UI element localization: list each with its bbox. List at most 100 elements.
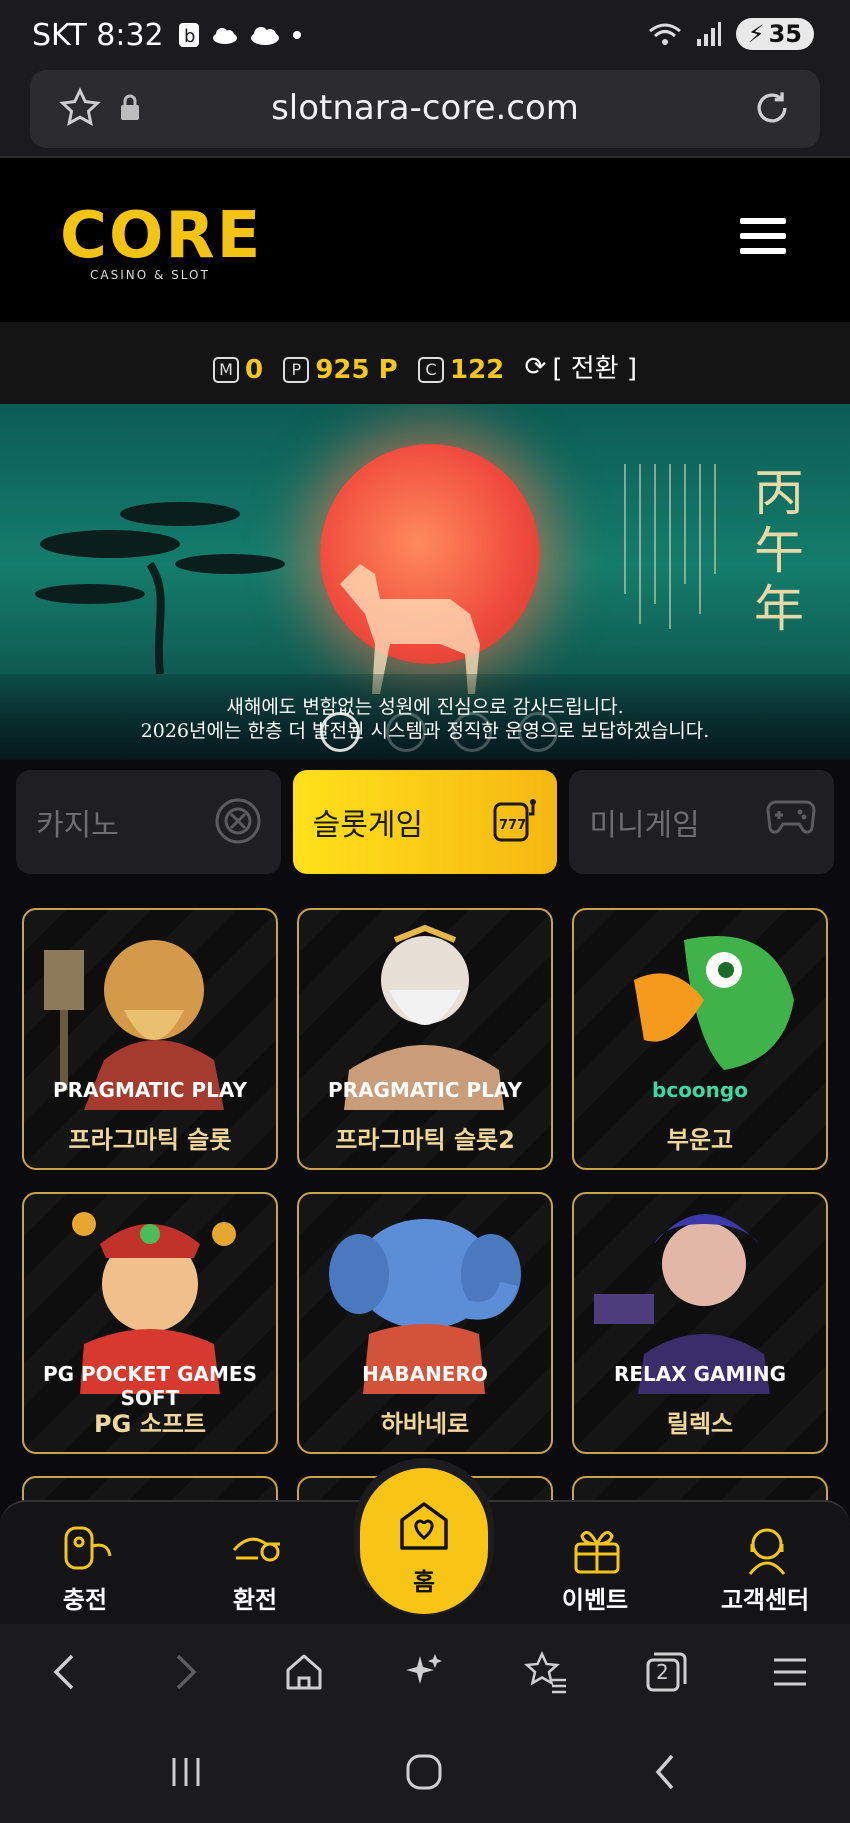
game-name: 릴렉스 bbox=[666, 1410, 734, 1438]
money-value: 0 bbox=[244, 354, 264, 385]
tabs-button[interactable]: 2 bbox=[644, 1650, 688, 1698]
provider-logo: PRAGMATIC PLAY bbox=[53, 1078, 247, 1102]
notification-icons: b bbox=[178, 22, 302, 48]
browser-toolbar: slotnara-core.com bbox=[0, 70, 850, 156]
point-balance: P 925 P bbox=[283, 354, 398, 385]
svg-text:777: 777 bbox=[499, 818, 526, 833]
signal-icon bbox=[696, 22, 721, 46]
game-card[interactable]: RELAX GAMING 릴렉스 bbox=[572, 1192, 828, 1454]
tab-label: 미니게임 bbox=[589, 808, 700, 843]
tab-label: 슬롯게임 bbox=[312, 808, 424, 843]
coupon-balance: C 122 bbox=[418, 355, 504, 385]
carrier-label: SKT bbox=[32, 18, 87, 53]
cloud-icon bbox=[251, 27, 279, 45]
tab-count: 2 bbox=[656, 1660, 669, 1684]
game-card[interactable]: bcoongo 부운고 bbox=[572, 908, 828, 1170]
game-card[interactable]: PRAGMATIC PLAY 프라그마틱 슬롯2 bbox=[297, 908, 553, 1170]
reload-icon[interactable] bbox=[750, 86, 794, 130]
nav-label: 홈 bbox=[412, 1568, 436, 1596]
points-bar: M 0 P 925 P C 122 ⟳ [ 전환 ] bbox=[0, 322, 850, 404]
system-back-icon[interactable] bbox=[646, 1752, 686, 1792]
carousel-dot[interactable] bbox=[518, 712, 558, 752]
nav-home-button[interactable]: 홈 bbox=[360, 1468, 488, 1614]
refresh-icon: ⟳ bbox=[524, 351, 547, 382]
nav-label: 고객센터 bbox=[720, 1586, 810, 1614]
point-value: 925 P bbox=[315, 354, 398, 385]
nav-label: 충전 bbox=[62, 1586, 108, 1614]
bookmarks-icon[interactable] bbox=[522, 1650, 568, 1694]
site-header: CORE CASINO & SLOT bbox=[0, 156, 850, 324]
browser-bottom-bar: 2 bbox=[0, 1624, 850, 1724]
carousel-dot[interactable] bbox=[320, 712, 360, 752]
gift-icon bbox=[574, 1530, 620, 1574]
exchange-icon bbox=[232, 1537, 280, 1562]
sparkle-icon[interactable] bbox=[402, 1650, 446, 1694]
bolt-icon: ⚡ bbox=[747, 20, 765, 48]
back-icon[interactable] bbox=[44, 1650, 84, 1694]
banner-year-title: 丙午年 bbox=[754, 464, 804, 638]
game-name: 프라그마틱 슬롯 bbox=[68, 1126, 232, 1154]
battery-indicator: ⚡ 35 bbox=[735, 18, 814, 50]
nav-label: 이벤트 bbox=[561, 1586, 629, 1614]
game-card[interactable]: PG POCKET GAMES SOFT PG 소프트 bbox=[22, 1192, 278, 1454]
hero-banner[interactable]: 丙午年 새해에도 변함없는 성원에 진심으로 감사드립니다. 2026년에는 한… bbox=[0, 404, 850, 760]
money-badge: M bbox=[212, 356, 239, 383]
status-bar: SKT 8:32 b ⚡ 35 bbox=[0, 0, 850, 70]
tab-slot-games[interactable]: 슬롯게임 777 bbox=[292, 770, 558, 874]
status-carrier-time: SKT 8:32 bbox=[32, 18, 164, 53]
recent-apps-icon[interactable] bbox=[166, 1752, 206, 1792]
support-agent-icon bbox=[748, 1528, 786, 1575]
notification-b-icon: b bbox=[179, 23, 199, 47]
coupon-value: 122 bbox=[450, 354, 505, 385]
roulette-icon bbox=[215, 798, 261, 844]
forward-icon[interactable] bbox=[166, 1650, 206, 1694]
hamburger-menu-icon[interactable] bbox=[740, 218, 786, 254]
dot-icon bbox=[293, 31, 301, 39]
decorative-text-lines bbox=[624, 464, 716, 629]
nav-support[interactable]: 고객센터 bbox=[700, 1502, 830, 1626]
provider-logo: bcoongo bbox=[652, 1078, 748, 1102]
switch-button[interactable]: ⟳ [ 전환 ] bbox=[525, 348, 637, 385]
charge-icon bbox=[64, 1526, 112, 1570]
core-logo[interactable]: CORE CASINO & SLOT bbox=[60, 204, 262, 282]
tab-casino[interactable]: 카지노 bbox=[16, 770, 281, 874]
game-name: 하바네로 bbox=[380, 1410, 470, 1438]
menu-icon[interactable] bbox=[770, 1650, 810, 1694]
system-nav-bar bbox=[0, 1724, 850, 1823]
provider-logo: PRAGMATIC PLAY bbox=[328, 1078, 522, 1102]
carousel-dot[interactable] bbox=[386, 712, 426, 752]
coupon-badge: C bbox=[418, 356, 444, 383]
point-badge: P bbox=[283, 356, 310, 383]
category-tabs: 카지노 슬롯게임 777 미니게임 bbox=[16, 770, 835, 874]
home-heart-icon bbox=[400, 1502, 448, 1550]
gamepad-icon bbox=[766, 800, 816, 834]
tab-label: 카지노 bbox=[36, 808, 119, 843]
switch-label: [ 전환 ] bbox=[552, 354, 638, 384]
provider-logo: PG POCKET GAMES SOFT bbox=[42, 1362, 257, 1410]
nav-label: 환전 bbox=[232, 1586, 278, 1614]
svg-text:b: b bbox=[184, 26, 195, 47]
logo-text: CORE bbox=[60, 199, 263, 273]
nav-exchange[interactable]: 환전 bbox=[190, 1502, 320, 1626]
game-name: 부운고 bbox=[666, 1126, 734, 1154]
carousel-dots bbox=[320, 712, 558, 752]
address-bar[interactable]: slotnara-core.com bbox=[30, 70, 820, 148]
nav-charge[interactable]: 충전 bbox=[20, 1502, 150, 1626]
tab-mini-games[interactable]: 미니게임 bbox=[569, 770, 835, 874]
clock: 8:32 bbox=[96, 18, 164, 53]
wifi-icon bbox=[648, 23, 681, 45]
system-home-icon[interactable] bbox=[402, 1752, 446, 1792]
carousel-dot[interactable] bbox=[452, 712, 492, 752]
cloud-icon bbox=[213, 28, 237, 44]
game-card[interactable]: PRAGMATIC PLAY 프라그마틱 슬롯 bbox=[22, 908, 278, 1170]
game-name: PG 소프트 bbox=[94, 1410, 206, 1438]
home-icon[interactable] bbox=[282, 1650, 326, 1694]
money-balance: M 0 bbox=[212, 354, 264, 385]
url-text[interactable]: slotnara-core.com bbox=[30, 88, 820, 128]
game-card[interactable]: HABANERO 하바네로 bbox=[297, 1192, 553, 1454]
game-name: 프라그마틱 슬롯2 bbox=[335, 1126, 515, 1154]
battery-level: 35 bbox=[768, 20, 802, 48]
nav-event[interactable]: 이벤트 bbox=[530, 1502, 660, 1626]
provider-logo: RELAX GAMING bbox=[613, 1362, 787, 1386]
pine-tree-image bbox=[35, 502, 285, 674]
